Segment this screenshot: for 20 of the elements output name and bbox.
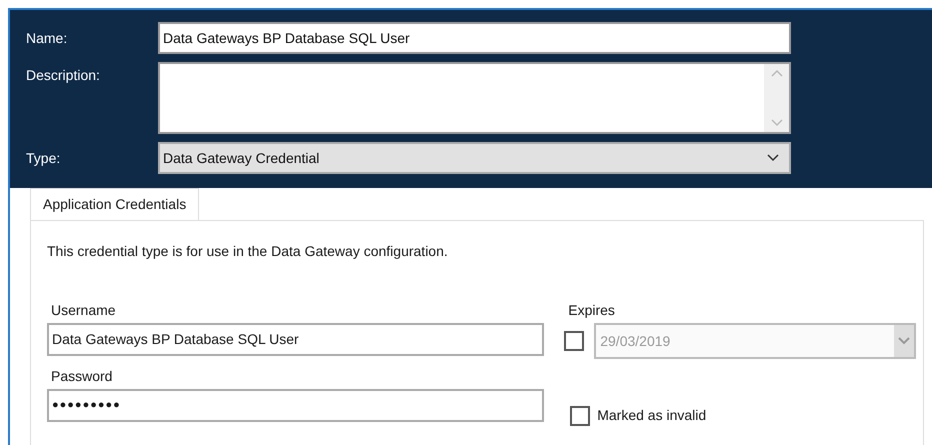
type-label: Type: — [26, 148, 62, 168]
username-field[interactable]: Data Gateways BP Database SQL User — [47, 323, 544, 356]
scroll-down-icon[interactable] — [770, 118, 784, 128]
info-text: This credential type is for use in the Data Gateway configuration. — [47, 242, 449, 261]
checkbox[interactable] — [570, 406, 590, 426]
password-label: Password — [50, 367, 114, 386]
expires-label: Expires — [567, 301, 616, 320]
password-field[interactable]: ●●●●●●●●● — [47, 389, 544, 422]
tab[interactable]: Application Credentials — [30, 188, 200, 220]
description-label: Description: — [26, 66, 101, 85]
description-field[interactable] — [158, 62, 791, 134]
username-label: Username — [50, 301, 117, 320]
scrollbar[interactable] — [764, 64, 789, 132]
chevron-down-icon — [766, 153, 780, 163]
name-field[interactable]: Data Gateways BP Database SQL User — [158, 22, 791, 54]
chevron-down-icon — [898, 337, 910, 345]
checkbox-label[interactable]: Marked as invalid — [597, 405, 706, 426]
name-label: Name: — [26, 28, 68, 48]
scroll-up-icon[interactable] — [770, 68, 784, 78]
type-dropdown[interactable]: Data Gateway Credential — [158, 142, 791, 174]
